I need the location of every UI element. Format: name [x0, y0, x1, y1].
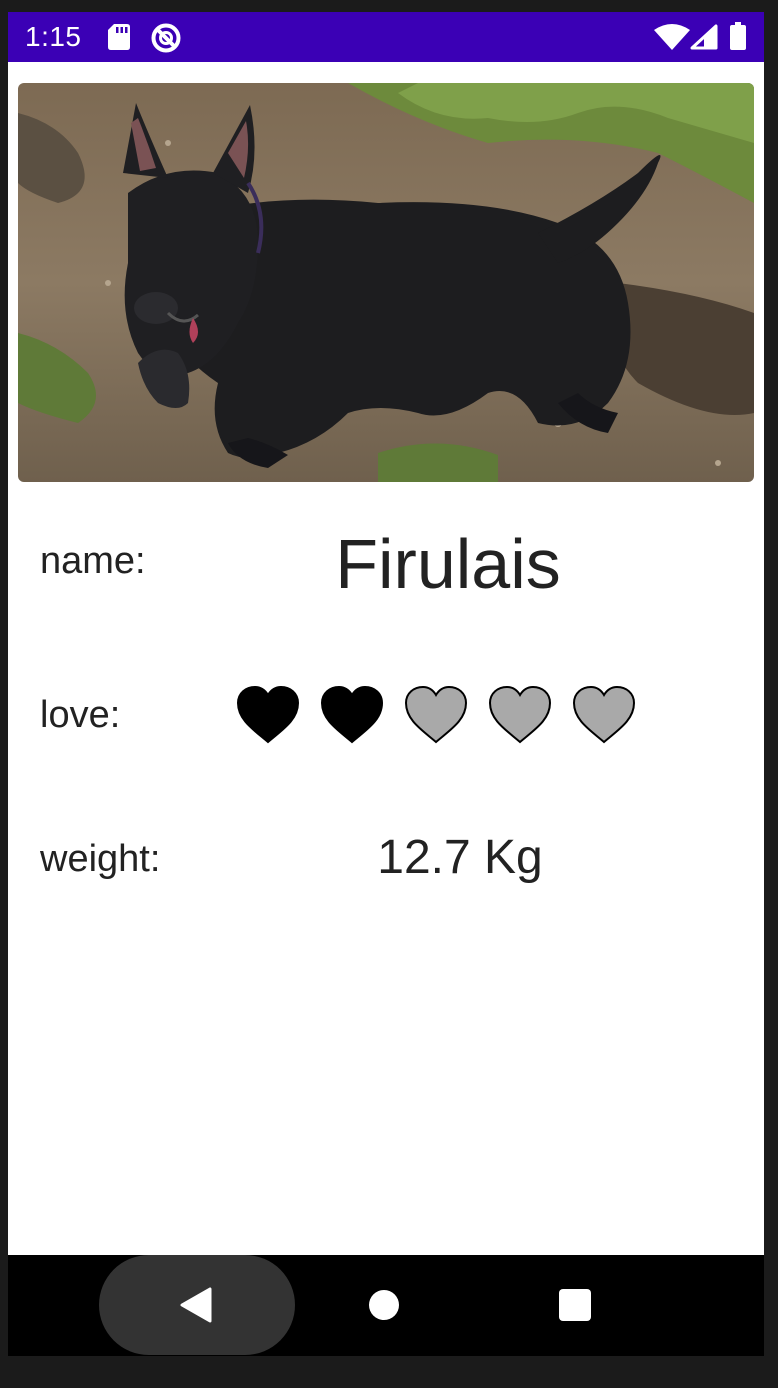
- love-label: love:: [40, 694, 121, 736]
- wifi-icon: [654, 24, 690, 50]
- status-time: 1:15: [25, 21, 82, 52]
- heart-icon[interactable]: [234, 684, 302, 746]
- phone-screen: 1:15 name: Firulais love: weight: 12.7 K…: [8, 12, 764, 1356]
- do-not-disturb-icon: [151, 23, 181, 53]
- heart-icon[interactable]: [570, 684, 638, 746]
- heart-icon[interactable]: [318, 684, 386, 746]
- back-icon[interactable]: [178, 1285, 218, 1325]
- home-icon[interactable]: [368, 1289, 400, 1321]
- heart-icon[interactable]: [486, 684, 554, 746]
- weight-value: 12.7 Kg: [377, 831, 543, 884]
- pet-name: Firulais: [335, 525, 561, 603]
- recents-icon[interactable]: [558, 1288, 592, 1322]
- name-label: name:: [40, 540, 146, 582]
- battery-icon: [730, 22, 746, 50]
- cell-signal-icon: [690, 24, 718, 50]
- dog-photo: [18, 83, 754, 482]
- heart-icon[interactable]: [402, 684, 470, 746]
- weight-label: weight:: [40, 838, 161, 880]
- love-rating[interactable]: [234, 684, 654, 746]
- status-bar: 1:15: [8, 12, 764, 62]
- navigation-bar: [8, 1255, 764, 1356]
- sd-card-icon: [108, 24, 130, 50]
